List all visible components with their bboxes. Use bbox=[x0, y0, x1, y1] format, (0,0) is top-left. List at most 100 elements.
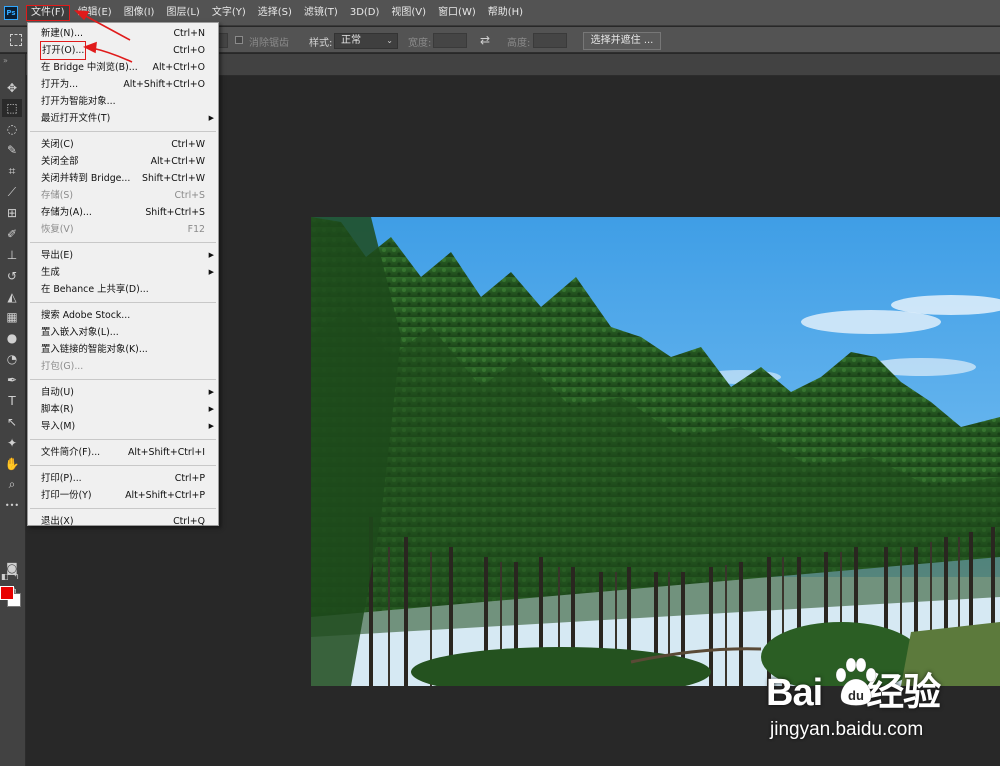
file-menu-item[interactable]: 在 Behance 上共享(D)... bbox=[28, 281, 218, 298]
baidu-paw-icon: du bbox=[835, 657, 877, 706]
file-menu-item-label: 导入(M) bbox=[41, 421, 76, 432]
blur-tool-icon[interactable]: ● bbox=[2, 329, 22, 347]
menu-item-10[interactable]: 帮助(H) bbox=[484, 5, 527, 21]
custom-shape-tool-icon[interactable]: ✦ bbox=[2, 434, 22, 452]
eyedropper-tool-icon[interactable]: ⟋ bbox=[2, 183, 22, 201]
file-menu-item[interactable]: 置入嵌入对象(L)... bbox=[28, 324, 218, 341]
dodge-tool-icon[interactable]: ◔ bbox=[2, 350, 22, 368]
menu-item-9[interactable]: 窗口(W) bbox=[434, 5, 480, 21]
rectangular-marquee-tool-icon[interactable]: ⬚ bbox=[2, 99, 22, 117]
default-colors-icon[interactable]: ◧ bbox=[1, 572, 9, 581]
file-menu-item[interactable]: 打印一份(Y) Alt+Shift+Ctrl+P bbox=[28, 487, 218, 504]
menu-item-1[interactable]: 编辑(E) bbox=[74, 5, 116, 21]
path-selection-tool-icon[interactable]: ↖ bbox=[2, 413, 22, 431]
spot-healing-tool-icon[interactable]: ⊞ bbox=[2, 204, 22, 222]
file-menu-item: 存储(S) Ctrl+S bbox=[28, 187, 218, 204]
eraser-tool-icon[interactable]: ◭ bbox=[2, 288, 22, 306]
style-label: 样式: bbox=[309, 38, 333, 49]
file-menu-item-label: 自动(U) bbox=[41, 387, 74, 398]
file-menu-item-shortcut: Alt+Shift+Ctrl+I bbox=[127, 447, 205, 458]
crop-tool-icon[interactable]: ⌗ bbox=[2, 162, 22, 180]
menu-item-5[interactable]: 选择(S) bbox=[254, 5, 296, 21]
more-tools-icon[interactable]: ••• bbox=[2, 496, 22, 514]
file-menu-item[interactable]: 导入(M) ▶ bbox=[28, 418, 218, 435]
select-and-mask-button[interactable]: 选择并遮住 ... bbox=[583, 32, 661, 50]
panel-grip-icon[interactable]: » bbox=[3, 56, 8, 65]
zoom-tool-icon[interactable]: ⌕ bbox=[2, 475, 22, 493]
file-menu-item-label: 打印一份(Y) bbox=[41, 490, 92, 501]
file-menu-item[interactable]: 关闭并转到 Bridge... Shift+Ctrl+W bbox=[28, 170, 218, 187]
file-menu-item[interactable]: 打开为智能对象... bbox=[28, 93, 218, 110]
width-input[interactable] bbox=[433, 33, 467, 48]
menu-separator bbox=[30, 302, 216, 303]
marquee-preset-icon[interactable] bbox=[10, 34, 22, 46]
antialias-checkbox[interactable] bbox=[235, 36, 243, 44]
file-menu-item: 打包(G)... bbox=[28, 358, 218, 375]
menu-item-6[interactable]: 滤镜(T) bbox=[300, 5, 342, 21]
file-menu-item[interactable]: 关闭全部 Alt+Ctrl+W bbox=[28, 153, 218, 170]
height-label: 高度: bbox=[507, 38, 531, 49]
lasso-tool-icon[interactable]: ◌ bbox=[2, 120, 22, 138]
file-menu-item[interactable]: 存储为(A)... Shift+Ctrl+S bbox=[28, 204, 218, 221]
file-menu-item-label: 生成 bbox=[41, 267, 60, 278]
move-tool-icon[interactable]: ✥ bbox=[2, 79, 22, 97]
file-menu-item[interactable]: 在 Bridge 中浏览(B)... Alt+Ctrl+O bbox=[28, 59, 218, 76]
file-menu-item[interactable]: 打开(O)... Ctrl+O bbox=[28, 41, 218, 60]
file-menu-item-label: 关闭并转到 Bridge... bbox=[41, 173, 131, 184]
menu-item-2[interactable]: 图像(I) bbox=[120, 5, 159, 21]
file-menu-item-label: 在 Behance 上共享(D)... bbox=[41, 284, 149, 295]
foreground-color-swatch[interactable] bbox=[0, 586, 14, 600]
file-menu-item[interactable]: 退出(X) Ctrl+Q bbox=[28, 513, 218, 530]
file-menu-item-shortcut: F12 bbox=[187, 224, 205, 235]
file-menu-item-label: 搜索 Adobe Stock... bbox=[41, 310, 131, 321]
menu-item-8[interactable]: 视图(V) bbox=[387, 5, 430, 21]
tools-panel: » ✥⬚◌✎⌗⟋⊞✐⊥↺◭▦●◔✒T↖✦✋⌕•••◙⧉ ◧ ↰ bbox=[0, 54, 26, 766]
brush-tool-icon[interactable]: ✐ bbox=[2, 225, 22, 243]
file-menu-item-shortcut: Alt+Ctrl+O bbox=[152, 62, 205, 73]
file-menu-item[interactable]: 打印(P)... Ctrl+P bbox=[28, 470, 218, 487]
file-menu-item[interactable]: 导出(E) ▶ bbox=[28, 247, 218, 264]
file-menu-item-label: 在 Bridge 中浏览(B)... bbox=[41, 62, 138, 73]
menu-item-7[interactable]: 3D(D) bbox=[346, 5, 384, 21]
history-brush-tool-icon[interactable]: ↺ bbox=[2, 267, 22, 285]
file-menu-item-shortcut: Ctrl+Q bbox=[173, 516, 205, 527]
document-photo[interactable] bbox=[311, 217, 1000, 686]
file-menu-item-label: 退出(X) bbox=[41, 516, 74, 527]
height-input[interactable] bbox=[533, 33, 567, 48]
swap-colors-icon[interactable]: ↰ bbox=[13, 572, 20, 581]
style-select[interactable]: 正常 ⌄ bbox=[334, 33, 398, 49]
chevron-down-icon: ⌄ bbox=[386, 36, 393, 45]
svg-text:du: du bbox=[848, 688, 864, 703]
file-menu-item[interactable]: 新建(N)... Ctrl+N bbox=[28, 25, 218, 42]
submenu-arrow-icon: ▶ bbox=[208, 405, 214, 413]
file-menu-item[interactable]: 自动(U) ▶ bbox=[28, 384, 218, 401]
file-menu-item[interactable]: 生成 ▶ bbox=[28, 264, 218, 281]
hand-tool-icon[interactable]: ✋ bbox=[2, 455, 22, 473]
type-tool-icon[interactable]: T bbox=[2, 392, 22, 410]
file-menu-item[interactable]: 置入链接的智能对象(K)... bbox=[28, 341, 218, 358]
file-menu-item-shortcut: Ctrl+S bbox=[174, 190, 206, 201]
menu-item-3[interactable]: 图层(L) bbox=[162, 5, 203, 21]
pen-tool-icon[interactable]: ✒ bbox=[2, 371, 22, 389]
file-menu-item-shortcut: Shift+Ctrl+S bbox=[145, 207, 205, 218]
file-menu-item-shortcut: Alt+Shift+Ctrl+O bbox=[123, 79, 205, 90]
submenu-arrow-icon: ▶ bbox=[208, 251, 214, 259]
file-menu-item: 恢复(V) F12 bbox=[28, 221, 218, 238]
gradient-tool-icon[interactable]: ▦ bbox=[2, 308, 22, 326]
submenu-arrow-icon: ▶ bbox=[208, 422, 214, 430]
file-menu-item[interactable]: 文件简介(F)... Alt+Shift+Ctrl+I bbox=[28, 444, 218, 461]
file-menu-item[interactable]: 最近打开文件(T) ▶ bbox=[28, 110, 218, 127]
swap-width-height-icon[interactable]: ⇄ bbox=[480, 33, 490, 47]
file-menu-item[interactable]: 脚本(R) ▶ bbox=[28, 401, 218, 418]
file-menu-item[interactable]: 搜索 Adobe Stock... bbox=[28, 307, 218, 324]
watermark-logo-left: Bai bbox=[766, 672, 823, 714]
file-menu-item[interactable]: 打开为... Alt+Shift+Ctrl+O bbox=[28, 76, 218, 93]
width-label: 宽度: bbox=[408, 38, 432, 49]
menu-item-4[interactable]: 文字(Y) bbox=[208, 5, 250, 21]
file-menu-item-label: 打开为... bbox=[41, 79, 79, 90]
quick-selection-tool-icon[interactable]: ✎ bbox=[2, 141, 22, 159]
file-menu-item[interactable]: 关闭(C) Ctrl+W bbox=[28, 136, 218, 153]
menu-item-0[interactable]: 文件(F) bbox=[26, 4, 70, 21]
file-menu-item-label: 存储(S) bbox=[41, 190, 74, 201]
clone-stamp-tool-icon[interactable]: ⊥ bbox=[2, 246, 22, 264]
